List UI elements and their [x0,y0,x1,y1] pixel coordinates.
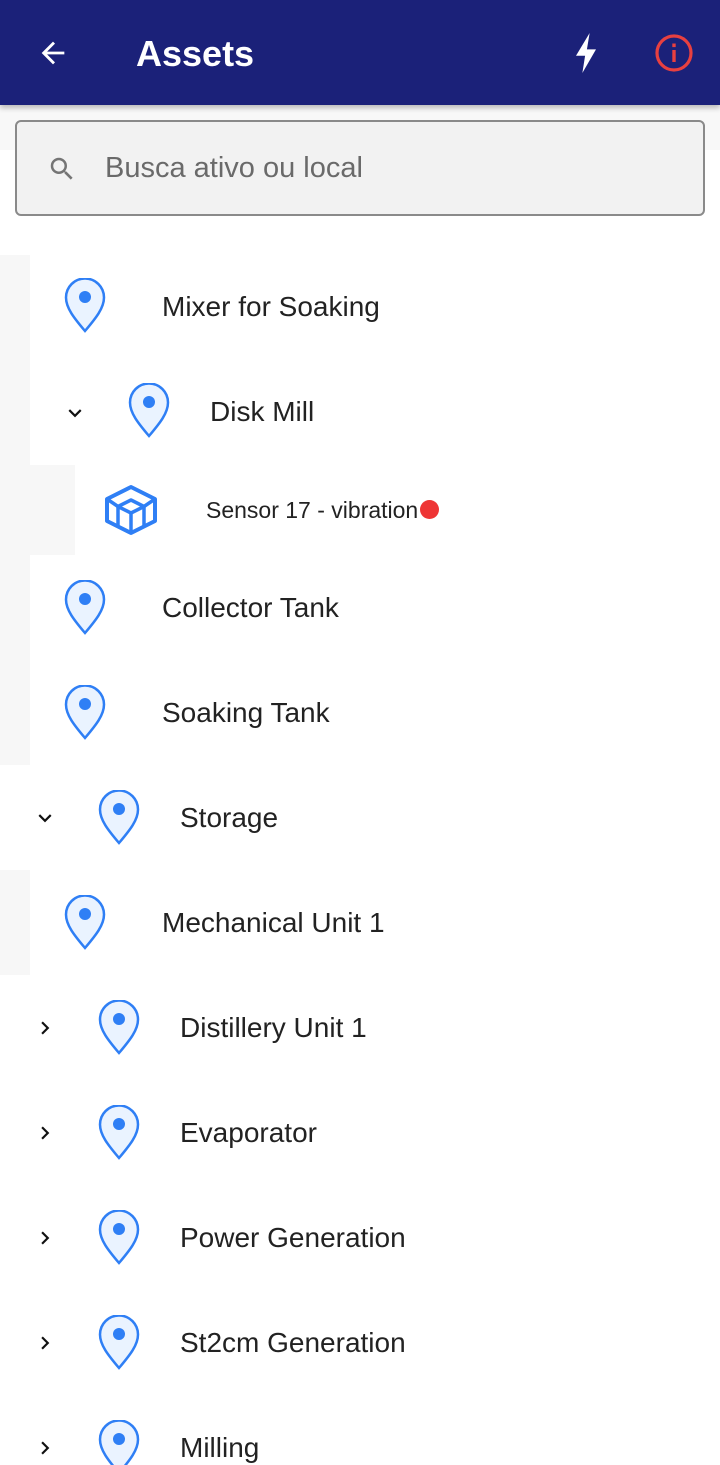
tree-item[interactable]: Disk Mill [30,360,720,465]
tree-item-label: Disk Mill [210,396,315,427]
tree-item-label: Milling [180,1432,260,1463]
tree-item-label: Collector Tank [162,592,339,623]
component-cube-icon [105,485,157,535]
indent-band [30,465,75,555]
chevron-down-icon[interactable] [32,805,58,831]
chevron-right-icon[interactable] [32,1435,58,1461]
location-pin-icon [98,790,140,845]
location-pin-icon [98,1210,140,1265]
tree-item[interactable]: Distillery Unit 1 [0,975,720,1080]
tree-item[interactable]: St2cm Generation [0,1290,720,1395]
tree-item-label: Sensor 17 - vibration [206,495,440,525]
location-pin-icon [64,685,106,740]
tree-item-label: Soaking Tank [162,697,330,728]
location-pin-icon [128,383,170,438]
chevron-right-icon[interactable] [32,1015,58,1041]
tree-item-label: Distillery Unit 1 [180,1012,367,1043]
chevron-right-icon[interactable] [32,1120,58,1146]
sensor-name: Sensor 17 - vibration [206,497,419,523]
tree-item[interactable]: Sensor 17 - vibration [75,465,720,555]
indent-band [0,255,30,765]
arrow-left-icon [41,41,65,65]
tree-item[interactable]: Evaporator [0,1080,720,1185]
tree-item[interactable]: Power Generation [0,1185,720,1290]
location-pin-icon [98,1000,140,1055]
tree-item[interactable]: Mixer for Soaking [30,255,720,360]
bolt-icon [576,33,596,73]
tree-item-label: Mixer for Soaking [162,291,380,322]
info-icon [655,34,693,72]
location-pin-icon [98,1420,140,1465]
tree-item[interactable]: Storage [0,765,720,870]
app-bar: Assets [0,0,720,105]
tree-item[interactable]: Mechanical Unit 1 [30,870,720,975]
location-pin-icon [98,1105,140,1160]
tree-item-label: Evaporator [180,1117,317,1148]
asset-tree: Mixer for Soaking Disk Mill Sensor 17 - … [0,0,720,1465]
tree-item-label: Storage [180,802,279,833]
location-pin-icon [98,1315,140,1370]
tree-item-label: St2cm Generation [180,1327,406,1358]
tree-item[interactable]: Soaking Tank [30,660,720,765]
critical-filter-button[interactable] [652,31,696,75]
location-pin-icon [64,580,106,635]
tree-item[interactable]: Milling [0,1395,720,1465]
tree-item-label: Mechanical Unit 1 [162,907,385,938]
energy-filter-button[interactable] [566,30,606,76]
alert-status-dot [420,500,440,520]
page-title: Assets [136,33,255,74]
location-pin-icon [64,278,106,333]
chevron-down-icon[interactable] [62,400,88,426]
back-button[interactable] [33,33,73,73]
chevron-right-icon[interactable] [32,1330,58,1356]
chevron-right-icon[interactable] [32,1225,58,1251]
tree-item[interactable]: Collector Tank [30,555,720,660]
indent-band [0,870,30,975]
location-pin-icon [64,895,106,950]
tree-item-label: Power Generation [180,1222,406,1253]
